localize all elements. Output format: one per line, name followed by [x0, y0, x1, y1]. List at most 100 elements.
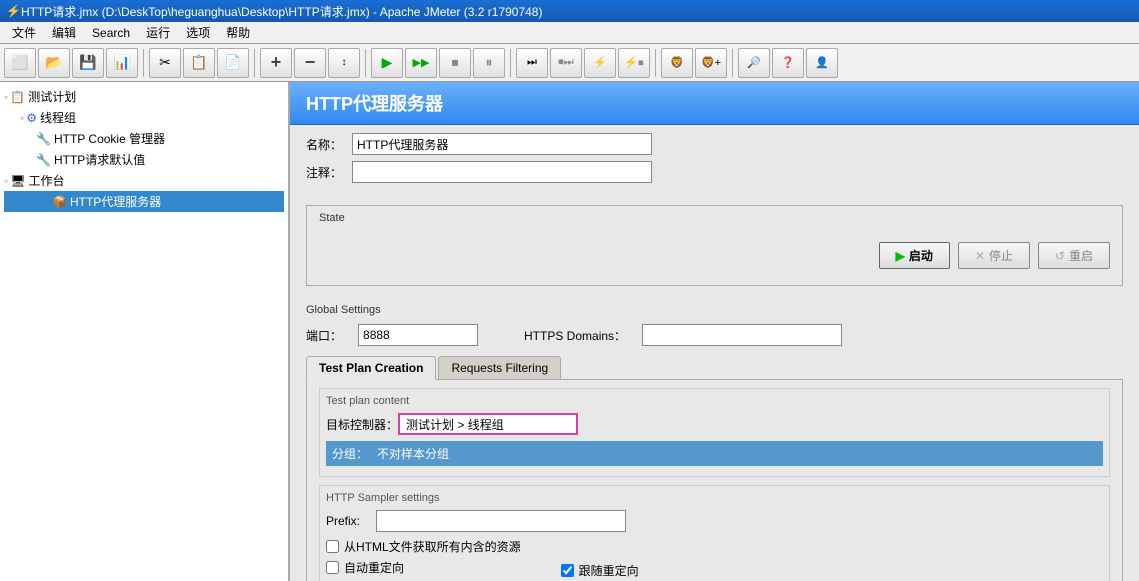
target-label: 目标控制器： — [326, 416, 398, 433]
tb-clear-all[interactable]: 🦁+ — [695, 48, 727, 78]
tb-remote-stop[interactable]: ⏹⏭ — [550, 48, 582, 78]
start-button[interactable]: ▶ 启动 — [879, 242, 950, 269]
tb-save[interactable]: 💾 — [72, 48, 104, 78]
tree-item-cookie-manager[interactable]: 🔧 HTTP Cookie 管理器 — [4, 128, 284, 149]
checkbox-html-resources: 从HTML文件获取所有内含的资源 — [326, 538, 521, 555]
prefix-input[interactable] — [376, 510, 626, 532]
menubar: 文件编辑Search运行选项帮助 — [0, 22, 1139, 44]
https-label: HTTPS Domains： — [524, 327, 626, 344]
start-icon: ▶ — [896, 249, 905, 263]
target-input[interactable] — [398, 413, 578, 435]
tb-clear[interactable]: 🦁 — [661, 48, 693, 78]
sep6 — [732, 49, 733, 77]
tree-item-workbench[interactable]: ◦ 🖥 工作台 — [4, 170, 284, 191]
tb-remove[interactable]: − — [294, 48, 326, 78]
comment-input[interactable] — [352, 161, 652, 183]
state-title: State — [319, 212, 1110, 224]
tab-requests-label: Requests Filtering — [451, 361, 548, 375]
tree-item-thread-group[interactable]: ◦ ⚙ 线程组 — [4, 107, 284, 128]
stop-button[interactable]: ✕ 停止 — [958, 242, 1030, 269]
tb-paste[interactable]: 📄 — [217, 48, 249, 78]
main-layout: ◦ 📋 测试计划 ◦ ⚙ 线程组 🔧 HTTP Cookie 管理器 🔧 HTT… — [0, 82, 1139, 581]
tree-item-http-defaults[interactable]: 🔧 HTTP请求默认值 — [4, 149, 284, 170]
tb-add[interactable]: + — [260, 48, 292, 78]
tb-shutdown[interactable]: ⏸ — [473, 48, 505, 78]
panel-title: HTTP代理服务器 — [306, 94, 443, 114]
group-label: 分组： — [332, 445, 377, 462]
connector-icon-wb: ◦ — [4, 174, 8, 188]
tb-cut[interactable]: ✂ — [149, 48, 181, 78]
tb-remote-stop-all[interactable]: ⚡⏹ — [618, 48, 650, 78]
tab-test-plan-label: Test Plan Creation — [319, 361, 423, 375]
state-buttons: ▶ 启动 ✕ 停止 ↺ 重启 — [319, 232, 1110, 279]
tb-save-as[interactable]: 📊 — [106, 48, 138, 78]
form-area: 名称： 注释： — [290, 125, 1139, 197]
tb-stop[interactable]: ⏹ — [439, 48, 471, 78]
panel-header: HTTP代理服务器 — [290, 82, 1139, 125]
checkbox-col-right: 跟随重定向 — [561, 538, 639, 581]
tb-about[interactable]: 👤 — [806, 48, 838, 78]
checkbox-follow-redirect: 跟随重定向 — [561, 562, 639, 579]
name-input[interactable] — [352, 133, 652, 155]
toolbar: ⬜ 📂 💾 📊 ✂ 📋 📄 + − ↕ ▶ ▶▶ ⏹ ⏸ ⏭ ⏹⏭ ⚡ ⚡⏹ 🦁… — [0, 44, 1139, 82]
sep5 — [655, 49, 656, 77]
connector-icon-tg: ◦ — [20, 111, 24, 125]
checkbox-follow-redirect-input[interactable] — [561, 564, 574, 577]
menu-menu-run[interactable]: 运行 — [138, 22, 178, 43]
https-input[interactable] — [642, 324, 842, 346]
restart-button[interactable]: ↺ 重启 — [1038, 242, 1110, 269]
tb-copy[interactable]: 📋 — [183, 48, 215, 78]
sep1 — [143, 49, 144, 77]
tree-label-proxy: HTTP代理服务器 — [70, 193, 161, 210]
app-icon: ⚡ — [6, 4, 21, 18]
target-row: 目标控制器： — [326, 413, 1103, 435]
tree-item-test-plan[interactable]: ◦ 📋 测试计划 — [4, 86, 284, 107]
tb-start-no-pause[interactable]: ▶▶ — [405, 48, 437, 78]
title-text: HTTP请求.jmx (D:\DeskTop\heguanghua\Deskto… — [21, 3, 543, 20]
checkbox-area: 从HTML文件获取所有内含的资源 自动重定向 Use KeepAlive — [326, 538, 1103, 581]
tb-open[interactable]: 📂 — [38, 48, 70, 78]
menu-menu-file[interactable]: 文件 — [4, 22, 44, 43]
stop-label: 停止 — [989, 247, 1013, 264]
tb-new[interactable]: ⬜ — [4, 48, 36, 78]
checkbox-html-resources-input[interactable] — [326, 540, 339, 553]
tb-search[interactable]: 🔎 — [738, 48, 770, 78]
tabs-container: Test Plan Creation Requests Filtering — [306, 356, 1123, 380]
group-value: 不对样本分组 — [377, 445, 449, 462]
tree-label-defaults: HTTP请求默认值 — [54, 151, 145, 168]
menu-menu-edit[interactable]: 编辑 — [44, 22, 84, 43]
checkbox-auto-redirect-label: 自动重定向 — [344, 559, 404, 576]
tb-expand[interactable]: ↕ — [328, 48, 360, 78]
prefix-row: Prefix: — [326, 510, 1103, 532]
port-input[interactable] — [358, 324, 478, 346]
tab-test-plan-creation[interactable]: Test Plan Creation — [306, 356, 436, 380]
group-row: 分组： 不对样本分组 — [326, 441, 1103, 466]
content-section-title: Test plan content — [326, 395, 1103, 407]
right-panel: HTTP代理服务器 名称： 注释： State ▶ 启动 ✕ — [290, 82, 1139, 581]
checkbox-html-resources-label: 从HTML文件获取所有内含的资源 — [344, 538, 521, 555]
global-settings: Global Settings 端口： HTTPS Domains： — [306, 298, 1123, 352]
restart-label: 重启 — [1069, 247, 1093, 264]
comment-label: 注释： — [306, 164, 346, 181]
menu-menu-options[interactable]: 选项 — [178, 22, 218, 43]
tb-remote-start-all[interactable]: ⚡ — [584, 48, 616, 78]
start-label: 启动 — [909, 247, 933, 264]
prefix-label: Prefix: — [326, 514, 376, 528]
comment-row: 注释： — [306, 161, 1123, 183]
tree-label-cookie: HTTP Cookie 管理器 — [54, 130, 165, 147]
tb-start[interactable]: ▶ — [371, 48, 403, 78]
tb-help[interactable]: ❓ — [772, 48, 804, 78]
tree-icon-proxy: 📦 — [52, 195, 67, 209]
name-label: 名称： — [306, 136, 346, 153]
tree-item-http-proxy[interactable]: 📦 HTTP代理服务器 — [4, 191, 284, 212]
stop-icon: ✕ — [975, 249, 985, 263]
tree-icon-cookie: 🔧 — [36, 132, 51, 146]
tree-icon-defaults: 🔧 — [36, 153, 51, 167]
tb-remote-start[interactable]: ⏭ — [516, 48, 548, 78]
menu-menu-help[interactable]: 帮助 — [218, 22, 258, 43]
menu-menu-search[interactable]: Search — [84, 24, 138, 42]
tab-requests-filtering[interactable]: Requests Filtering — [438, 356, 561, 379]
sep3 — [365, 49, 366, 77]
checkbox-auto-redirect-input[interactable] — [326, 561, 339, 574]
tree-icon-workbench: 🖥 — [10, 174, 25, 188]
